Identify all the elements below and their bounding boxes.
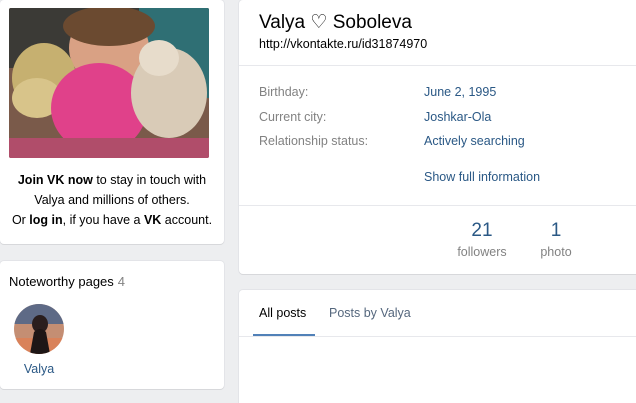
followers-counter[interactable]: 21 followers bbox=[451, 220, 513, 259]
city-value[interactable]: Joshkar-Ola bbox=[424, 110, 491, 124]
noteworthy-avatar[interactable] bbox=[14, 304, 64, 354]
photos-label: photo bbox=[540, 245, 572, 259]
noteworthy-pages-card: Noteworthy pages 4 Valya bbox=[0, 261, 224, 389]
profile-info-card: Valya ♡ Soboleva http://vkontakte.ru/id3… bbox=[239, 0, 636, 274]
profile-url[interactable]: http://vkontakte.ru/id31874970 bbox=[259, 37, 427, 51]
birthday-value[interactable]: June 2, 1995 bbox=[424, 85, 496, 99]
birthday-label: Birthday: bbox=[259, 85, 309, 99]
tab-posts-by-owner[interactable]: Posts by Valya bbox=[329, 306, 411, 320]
wall-card: All posts Posts by Valya bbox=[239, 290, 636, 403]
followers-label: followers bbox=[457, 245, 507, 259]
divider bbox=[239, 65, 636, 66]
profile-name: Valya ♡ Soboleva bbox=[259, 12, 412, 33]
noteworthy-count: 4 bbox=[117, 274, 126, 289]
followers-count: 21 bbox=[471, 220, 493, 241]
relationship-value[interactable]: Actively searching bbox=[424, 134, 525, 148]
divider bbox=[239, 205, 636, 206]
photos-counter[interactable]: 1 photo bbox=[531, 220, 581, 259]
profile-photo[interactable] bbox=[9, 8, 209, 158]
relationship-label: Relationship status: bbox=[259, 134, 369, 148]
noteworthy-item-name[interactable]: Valya bbox=[14, 362, 64, 376]
noteworthy-title[interactable]: Noteworthy pages 4 bbox=[9, 274, 125, 289]
photos-count: 1 bbox=[550, 220, 562, 241]
tab-all-posts[interactable]: All posts bbox=[259, 306, 306, 320]
login-link[interactable]: log in bbox=[29, 213, 62, 227]
show-full-info-link[interactable]: Show full information bbox=[424, 170, 540, 184]
profile-photo-card: Join VK now to stay in touch with Valya … bbox=[0, 0, 224, 244]
join-prompt: Join VK now to stay in touch with Valya … bbox=[11, 173, 213, 227]
city-label: Current city: bbox=[259, 110, 327, 124]
join-link[interactable]: Join VK now bbox=[18, 173, 93, 187]
divider bbox=[239, 336, 636, 337]
